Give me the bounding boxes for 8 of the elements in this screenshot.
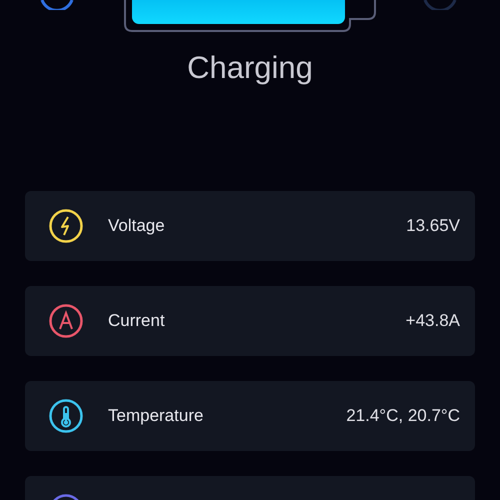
metric-value: 13.65V [406, 216, 460, 236]
metric-value: 21.4°C, 20.7°C [346, 406, 460, 426]
metric-label: Voltage [108, 216, 165, 236]
metric-value: +43.8A [406, 311, 460, 331]
charging-status: Charging [186, 50, 314, 86]
metric-label: Temperature [108, 406, 204, 426]
battery-icon [124, 0, 376, 32]
metric-label: Current [108, 311, 165, 331]
